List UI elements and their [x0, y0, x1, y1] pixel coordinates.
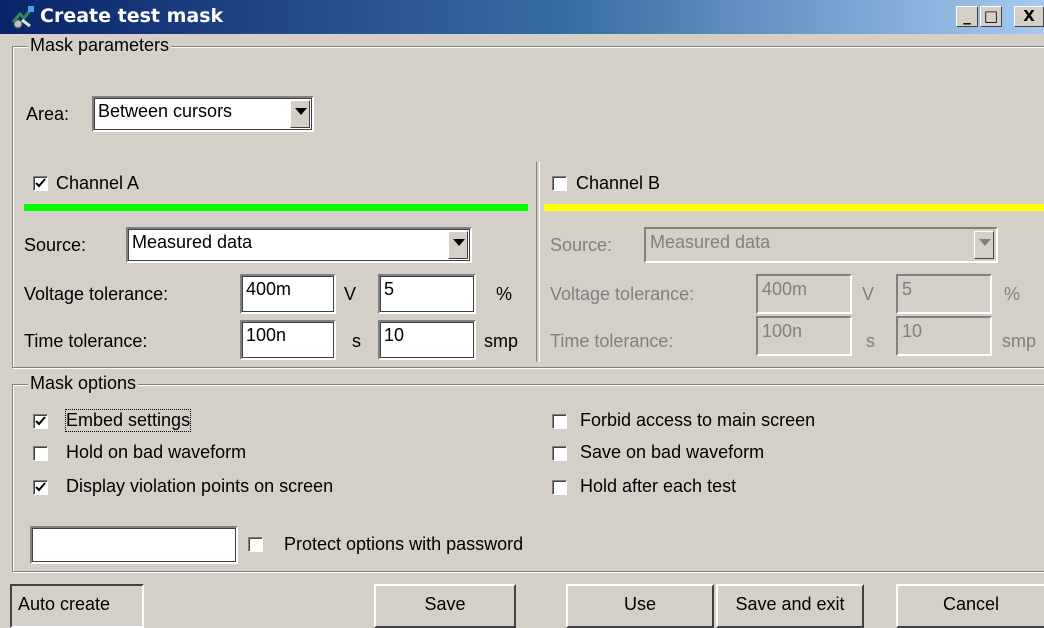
window-title: Create test mask	[40, 5, 224, 27]
protect-options-label: Protect options with password	[284, 534, 524, 554]
hold-after-test-checkbox[interactable]	[552, 480, 567, 495]
channel-a-voltage-unit: V	[344, 284, 357, 304]
chevron-down-icon	[979, 239, 991, 246]
channel-b-time-input[interactable]: 100n	[756, 316, 852, 356]
channel-b-label: Channel B	[576, 173, 661, 193]
channel-a-source-value: Measured data	[132, 232, 253, 252]
channel-a-voltage-input[interactable]: 400m	[240, 274, 336, 314]
protect-options-checkbox[interactable]	[248, 537, 263, 552]
channel-b-time-smp-input[interactable]: 10	[896, 316, 992, 356]
channel-a-time-unit: s	[352, 331, 361, 351]
channel-b-time-label: Time tolerance:	[550, 331, 674, 351]
channel-b-smp-unit: smp	[1002, 331, 1037, 351]
checkmark-icon	[35, 482, 46, 492]
channel-a-pct-unit: %	[496, 284, 513, 304]
channel-b-voltage-unit: V	[862, 284, 875, 304]
embed-settings-label: Embed settings	[64, 409, 192, 432]
save-button[interactable]: Save	[374, 584, 516, 628]
use-button[interactable]: Use	[566, 584, 714, 628]
channel-a-source-dropdown[interactable]: Measured data	[126, 227, 472, 263]
area-label: Area:	[26, 104, 70, 124]
hold-after-test-label: Hold after each test	[580, 476, 737, 496]
checkmark-icon	[35, 178, 46, 188]
channel-b-source-dropdown[interactable]: Measured data	[644, 227, 998, 263]
area-dropdown[interactable]: Between cursors	[92, 96, 314, 132]
channel-a-source-dropdown-button[interactable]	[448, 231, 468, 259]
auto-create-button[interactable]: Auto create	[10, 584, 144, 628]
channel-a-smp-unit: smp	[484, 331, 519, 351]
channel-b-source-value: Measured data	[650, 232, 771, 252]
cancel-button[interactable]: Cancel	[896, 584, 1044, 628]
app-icon	[11, 6, 34, 29]
channel-b-color-bar	[544, 204, 1044, 211]
channel-a-checkbox[interactable]	[33, 176, 48, 191]
area-value: Between cursors	[98, 101, 233, 121]
embed-settings-checkbox[interactable]	[33, 414, 48, 429]
channel-a-time-label: Time tolerance:	[24, 331, 148, 351]
forbid-access-checkbox[interactable]	[552, 414, 567, 429]
channel-b-voltage-input[interactable]: 400m	[756, 274, 852, 314]
save-on-bad-waveform-checkbox[interactable]	[552, 446, 567, 461]
channel-a-time-input[interactable]: 100n	[240, 320, 336, 360]
channel-a-color-bar	[24, 204, 528, 211]
forbid-access-label: Forbid access to main screen	[580, 410, 816, 430]
mask-options-legend: Mask options	[28, 373, 139, 394]
channel-b-voltage-label: Voltage tolerance:	[550, 284, 695, 304]
channel-a-voltage-pct-input[interactable]: 5	[378, 274, 476, 314]
close-button[interactable]: X	[1014, 6, 1044, 27]
channel-b-voltage-pct-input[interactable]: 5	[896, 274, 992, 314]
hold-on-bad-waveform-label: Hold on bad waveform	[66, 442, 247, 462]
channel-a-source-label: Source:	[24, 235, 87, 255]
maximize-button[interactable]: □	[980, 6, 1002, 27]
channel-b-pct-unit: %	[1004, 284, 1021, 304]
title-bar[interactable]: Create test mask _ □ X	[0, 0, 1044, 34]
save-on-bad-waveform-label: Save on bad waveform	[580, 442, 765, 462]
channel-separator	[536, 162, 540, 362]
minimize-button[interactable]: _	[956, 6, 978, 27]
display-violation-checkbox[interactable]	[33, 480, 48, 495]
chevron-down-icon	[295, 108, 307, 115]
close-icon: X	[1023, 7, 1035, 25]
channel-a-time-smp-input[interactable]: 10	[378, 320, 476, 360]
minimize-icon: _	[963, 7, 971, 25]
password-input[interactable]	[30, 526, 238, 564]
channel-b-source-dropdown-button[interactable]	[974, 231, 994, 259]
chevron-down-icon	[453, 239, 465, 246]
mask-parameters-legend: Mask parameters	[28, 35, 172, 56]
channel-a-label: Channel A	[56, 173, 140, 193]
channel-a-voltage-label: Voltage tolerance:	[24, 284, 169, 304]
hold-on-bad-waveform-checkbox[interactable]	[33, 446, 48, 461]
save-and-exit-button[interactable]: Save and exit	[716, 584, 864, 628]
maximize-icon: □	[983, 7, 999, 25]
area-dropdown-button[interactable]	[290, 100, 310, 128]
display-violation-label: Display violation points on screen	[66, 476, 334, 496]
channel-b-time-unit: s	[866, 331, 875, 351]
checkmark-icon	[35, 416, 46, 426]
channel-b-source-label: Source:	[550, 235, 613, 255]
channel-b-checkbox[interactable]	[552, 176, 567, 191]
